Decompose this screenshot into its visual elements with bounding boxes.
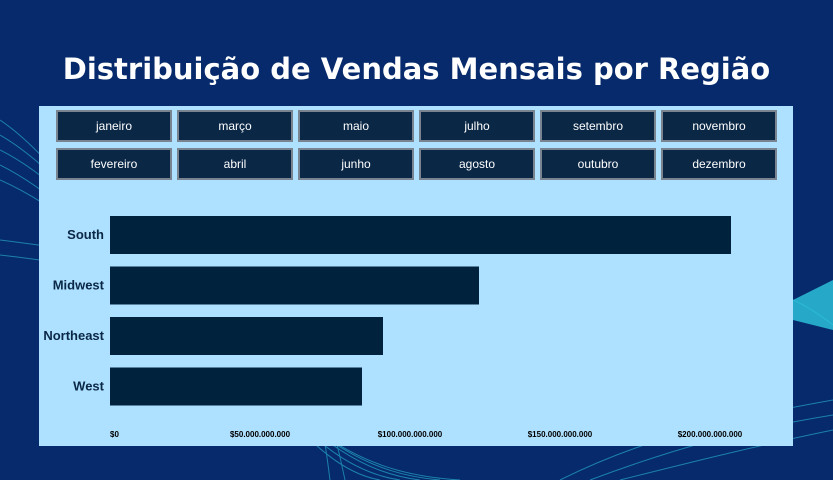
x-tick-label: $50.000.000.000 <box>230 430 291 439</box>
x-tick-label: $150.000.000.000 <box>528 430 593 439</box>
bar-midwest[interactable] <box>110 266 479 305</box>
category-label-northeast: Northeast <box>43 328 104 343</box>
bar-chart: South Midwest Northeast West $0 $50.000.000.0… <box>43 216 743 439</box>
x-tick-label: $100.000.000.000 <box>378 430 443 439</box>
category-label-west: West <box>73 379 104 394</box>
category-label-midwest: Midwest <box>53 278 105 293</box>
x-tick-label: $200.000.000.000 <box>678 430 743 439</box>
bar-south[interactable] <box>110 216 731 254</box>
category-label-south: South <box>67 227 104 242</box>
bar-northeast[interactable] <box>110 317 383 355</box>
chart-panel: janeiro março maio julho setembro novembro fev… <box>39 106 793 446</box>
bar-west[interactable] <box>110 367 362 406</box>
x-tick-label: $0 <box>110 430 119 439</box>
page-title: Distribuição de Vendas Mensais por Regiã… <box>62 52 771 86</box>
